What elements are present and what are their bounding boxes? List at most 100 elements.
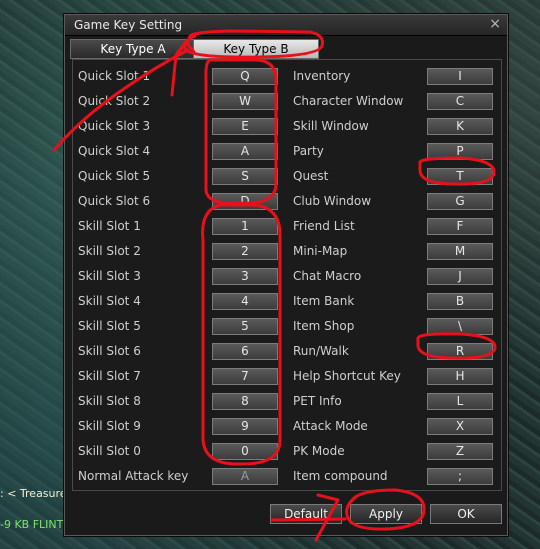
key-binding-field[interactable]: 8 — [212, 392, 278, 410]
key-binding-field[interactable]: 0 — [212, 442, 278, 460]
key-binding-label: Skill Slot 4 — [78, 294, 141, 308]
key-binding-label: Club Window — [293, 194, 372, 208]
key-binding-row: Skill Slot 4 4 — [78, 292, 278, 310]
key-binding-row: Skill Slot 6 6 — [78, 342, 278, 360]
key-binding-row: Quest T — [293, 167, 493, 185]
key-binding-field[interactable]: X — [427, 417, 493, 435]
key-binding-row: Skill Slot 3 3 — [78, 267, 278, 285]
key-binding-label: Quick Slot 3 — [78, 119, 151, 133]
key-binding-row: Skill Window K — [293, 117, 493, 135]
key-binding-field[interactable]: L — [427, 392, 493, 410]
key-binding-field[interactable]: D — [212, 192, 278, 210]
key-binding-field[interactable]: 9 — [212, 417, 278, 435]
key-binding-field[interactable]: ; — [427, 467, 493, 485]
key-binding-label: Normal Attack key — [78, 469, 189, 483]
dialog-titlebar[interactable]: Game Key Setting × — [65, 15, 507, 36]
key-binding-row: Skill Slot 7 7 — [78, 367, 278, 385]
key-binding-label: Quick Slot 1 — [78, 69, 151, 83]
key-binding-field[interactable]: 6 — [212, 342, 278, 360]
key-binding-label: Skill Slot 1 — [78, 219, 141, 233]
key-binding-label: Chat Macro — [293, 269, 362, 283]
key-binding-field[interactable]: J — [427, 267, 493, 285]
key-binding-field[interactable]: A — [212, 467, 278, 485]
key-binding-label: Character Window — [293, 94, 404, 108]
key-binding-field[interactable]: A — [212, 142, 278, 160]
key-binding-label: PET Info — [293, 394, 342, 408]
key-binding-field[interactable]: 7 — [212, 367, 278, 385]
key-binding-field[interactable]: 1 — [212, 217, 278, 235]
key-binding-field[interactable]: K — [427, 117, 493, 135]
key-binding-label: Inventory — [293, 69, 351, 83]
default-button[interactable]: Default — [270, 504, 342, 524]
key-binding-label: Item Shop — [293, 319, 355, 333]
key-binding-field[interactable]: M — [427, 242, 493, 260]
key-binding-field[interactable]: Z — [427, 442, 493, 460]
key-binding-field[interactable]: 3 — [212, 267, 278, 285]
key-binding-row: Party P — [293, 142, 493, 160]
key-binding-field[interactable]: G — [427, 192, 493, 210]
key-binding-field[interactable]: C — [427, 92, 493, 110]
key-binding-label: Skill Slot 5 — [78, 319, 141, 333]
dialog-title: Game Key Setting — [74, 18, 183, 32]
key-binding-label: Skill Slot 9 — [78, 419, 141, 433]
key-binding-field[interactable]: 4 — [212, 292, 278, 310]
key-binding-field[interactable]: \ — [427, 317, 493, 335]
key-binding-field[interactable]: I — [427, 67, 493, 85]
close-icon[interactable]: × — [489, 16, 501, 32]
key-binding-field[interactable]: R — [427, 342, 493, 360]
key-binding-row: Normal Attack key A — [78, 467, 278, 485]
apply-button[interactable]: Apply — [350, 504, 422, 524]
key-binding-row: Item Shop \ — [293, 317, 493, 335]
key-binding-label: PK Mode — [293, 444, 345, 458]
key-binding-panel: Quick Slot 1 Q Quick Slot 2 W Quick Slot 3EQ… — [72, 59, 502, 491]
key-binding-label: Skill Window — [293, 119, 369, 133]
tab-key-type-a[interactable]: Key Type A — [70, 39, 196, 59]
key-binding-row: Quick Slot 5 S — [78, 167, 278, 185]
tab-key-type-b[interactable]: Key Type B — [193, 39, 319, 59]
key-binding-label: Skill Slot 7 — [78, 369, 141, 383]
key-binding-label: Item Bank — [293, 294, 355, 308]
game-key-setting-dialog: Game Key Setting × Key Type A Key Type B… — [64, 14, 508, 536]
key-binding-row: Chat Macro J — [293, 267, 493, 285]
key-binding-label: Skill Slot 8 — [78, 394, 141, 408]
key-binding-row: Quick Slot 6 D — [78, 192, 278, 210]
key-binding-row: Quick Slot 2 W — [78, 92, 278, 110]
key-binding-field[interactable]: Q — [212, 67, 278, 85]
key-binding-field[interactable]: W — [212, 92, 278, 110]
key-binding-field[interactable]: S — [212, 167, 278, 185]
key-binding-label: Quick Slot 2 — [78, 94, 151, 108]
key-binding-row: Quick Slot 4 A — [78, 142, 278, 160]
key-binding-row: Item compound; — [293, 467, 493, 485]
key-binding-row: Quick Slot 1 Q — [78, 67, 278, 85]
key-binding-label: Party — [293, 144, 324, 158]
key-binding-row: Mini-Map M — [293, 242, 493, 260]
key-binding-row: Skill Slot 1 1 — [78, 217, 278, 235]
key-binding-field[interactable]: H — [427, 367, 493, 385]
key-binding-row: Inventory I — [293, 67, 493, 85]
key-binding-row: Quick Slot 3 E — [78, 117, 278, 135]
key-binding-field[interactable]: E — [212, 117, 278, 135]
key-binding-row: PK Mode Z — [293, 442, 493, 460]
key-binding-label: Quick Slot 5 — [78, 169, 151, 183]
key-binding-label: Skill Slot 3 — [78, 269, 141, 283]
key-binding-label: Item compound — [293, 469, 388, 483]
key-binding-field[interactable]: F — [427, 217, 493, 235]
key-binding-row: Skill Slot 2 2 — [78, 242, 278, 260]
key-binding-row: Item Bank B — [293, 292, 493, 310]
key-binding-field[interactable]: T — [427, 167, 493, 185]
ok-button[interactable]: OK — [430, 504, 502, 524]
key-binding-field[interactable]: 2 — [212, 242, 278, 260]
key-binding-row: Skill Slot 8 8 — [78, 392, 278, 410]
key-binding-label: Help Shortcut Key — [293, 369, 401, 383]
key-binding-row: Attack Mode X — [293, 417, 493, 435]
key-binding-label: Friend List — [293, 219, 355, 233]
key-binding-label: Quick Slot 4 — [78, 144, 151, 158]
key-binding-row: Friend List F — [293, 217, 493, 235]
key-binding-row: Skill Slot 5 5 — [78, 317, 278, 335]
key-binding-field[interactable]: 5 — [212, 317, 278, 335]
key-binding-field[interactable]: P — [427, 142, 493, 160]
key-binding-label: Run/Walk — [293, 344, 349, 358]
key-binding-label: Skill Slot 0 — [78, 444, 141, 458]
key-binding-field[interactable]: B — [427, 292, 493, 310]
key-binding-label: Attack Mode — [293, 419, 368, 433]
